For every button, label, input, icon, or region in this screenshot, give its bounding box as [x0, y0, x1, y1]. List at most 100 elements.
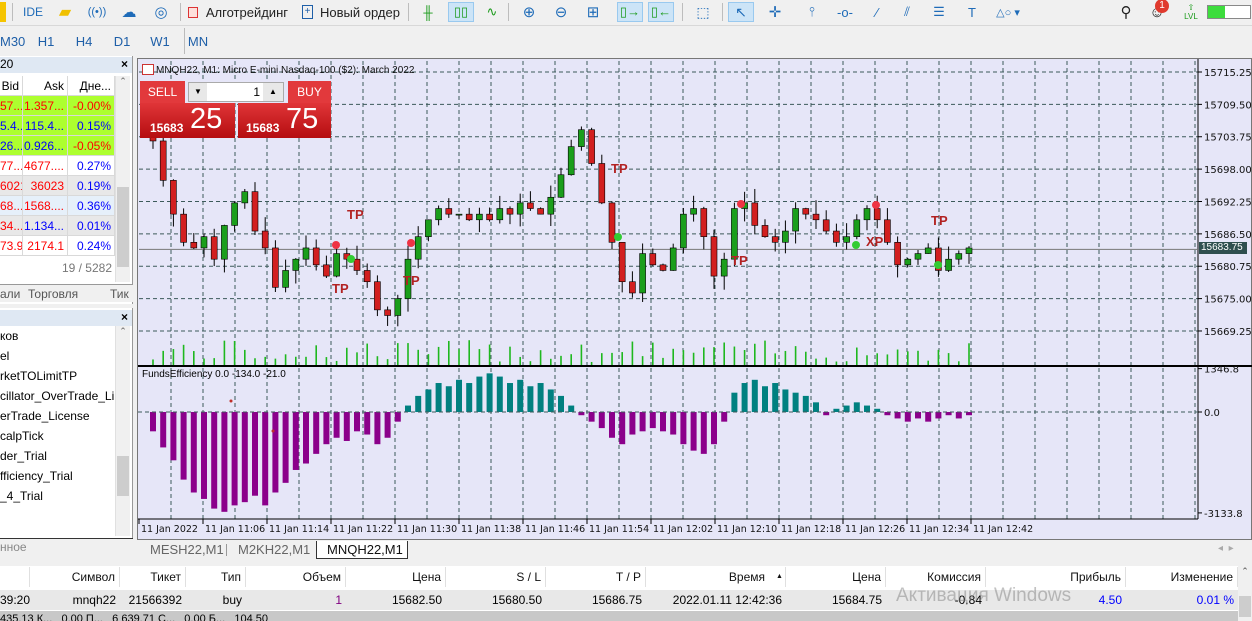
- col-daily-change[interactable]: Дне...: [68, 75, 115, 96]
- column-header[interactable]: T / P: [546, 567, 646, 587]
- candlestick-icon[interactable]: ▯▯: [448, 2, 474, 22]
- column-header[interactable]: Время: [646, 567, 786, 587]
- navigator-item[interactable]: _4_Trial: [0, 486, 114, 506]
- column-header[interactable]: Символ: [30, 567, 120, 587]
- navigator-item[interactable]: der_Trial: [0, 446, 114, 466]
- tabs-scroll-icons[interactable]: ◂ ▸: [1218, 543, 1234, 554]
- lvl-icon[interactable]: ⇧ LVL: [1182, 2, 1200, 22]
- market-watch-scrollbar[interactable]: ⌃: [115, 76, 130, 282]
- candle-body: [904, 258, 912, 266]
- volume-increase-icon[interactable]: ▲: [263, 83, 283, 101]
- search-icon[interactable]: ⚲: [1115, 2, 1137, 22]
- new-order-button[interactable]: + Новый ордер: [302, 2, 402, 22]
- sell-button[interactable]: SELL: [140, 81, 185, 103]
- column-header[interactable]: Изменение: [1126, 567, 1238, 587]
- navigator-tab[interactable]: нное: [0, 538, 133, 558]
- navigator-item[interactable]: rketTOLimitTP: [0, 366, 114, 386]
- chart-menu-icon[interactable]: [142, 64, 154, 75]
- chart-tab-mnqh22[interactable]: MNQH22,M1: [316, 541, 408, 559]
- column-header[interactable]: Цена: [346, 567, 446, 587]
- candle-body: [333, 253, 340, 277]
- column-header[interactable]: [0, 567, 30, 587]
- sell-price-button[interactable]: 15683 25: [140, 103, 235, 138]
- timeframe-w1[interactable]: W1: [146, 34, 174, 49]
- column-header[interactable]: Тикет: [120, 567, 186, 587]
- zoom-out-icon[interactable]: ⊖: [550, 2, 572, 22]
- tp-label: TP: [731, 253, 748, 268]
- cloud-icon[interactable]: ☁: [118, 2, 140, 22]
- account-icon[interactable]: ☺ 1: [1144, 0, 1170, 22]
- volume-value[interactable]: 1: [253, 85, 260, 99]
- horizontal-line-icon[interactable]: -o-: [834, 2, 856, 22]
- screenshot-icon[interactable]: ⬚: [692, 2, 714, 22]
- candle-body: [588, 129, 595, 164]
- autoscroll-icon[interactable]: ▯→: [617, 2, 643, 22]
- timeframe-h1[interactable]: H1: [32, 34, 60, 49]
- market-watch-row[interactable]: 68... 1568.... 0.36%: [0, 195, 115, 216]
- indicator-bar: [486, 373, 493, 412]
- shapes-icon[interactable]: △○ ▾: [990, 2, 1026, 22]
- fibonacci-icon[interactable]: ☰: [928, 2, 950, 22]
- timeframe-m30[interactable]: M30: [0, 34, 25, 49]
- col-bid[interactable]: Bid: [0, 75, 23, 96]
- chart-tab-mesh22[interactable]: MESH22,M1: [150, 541, 224, 559]
- market-watch-row[interactable]: 26... 0.926... -0.05%: [0, 135, 115, 156]
- column-header[interactable]: Объем: [246, 567, 346, 587]
- bar-chart-icon[interactable]: ╫: [416, 2, 440, 22]
- navigator-item[interactable]: erTrade_License: [0, 406, 114, 426]
- line-chart-icon[interactable]: ∿: [480, 2, 504, 22]
- market-icon[interactable]: ▰: [54, 2, 76, 22]
- tile-icon[interactable]: ⊞: [582, 2, 604, 22]
- ide-button[interactable]: IDE: [18, 2, 48, 22]
- channel-icon[interactable]: ⫽: [896, 2, 918, 22]
- volume-bar: [550, 358, 552, 365]
- buy-button[interactable]: BUY: [288, 81, 331, 103]
- trade-table-scrollbar[interactable]: ⌃: [1238, 566, 1252, 617]
- navigator-item[interactable]: el: [0, 346, 114, 366]
- vps-icon[interactable]: ◎: [150, 2, 172, 22]
- volume-decrease-icon[interactable]: ▼: [189, 83, 207, 101]
- chart-window[interactable]: 15715.25 15709.50 15703.75 15698.00 15692.25…: [137, 58, 1252, 540]
- chart-shift-icon[interactable]: ▯←: [648, 2, 674, 22]
- market-watch-row[interactable]: 73.9 2174.1 0.24%: [0, 235, 115, 256]
- volume-field[interactable]: ▼ 1 ▲: [188, 82, 284, 102]
- market-watch-row[interactable]: 57... 1.357... -0.00%: [0, 95, 115, 116]
- market-watch-row[interactable]: 5.4...115.4...0.15%: [0, 115, 115, 136]
- buy-price-button[interactable]: 15683 75: [238, 103, 331, 138]
- vertical-line-icon[interactable]: ⫯: [802, 2, 822, 22]
- market-watch-row[interactable]: 77... 4677.... 0.27%: [0, 155, 115, 176]
- market-watch-row[interactable]: 6021360230.19%: [0, 175, 115, 196]
- indicator-bar: [731, 392, 738, 412]
- market-watch-row[interactable]: 34... 1.134... 0.01%: [0, 215, 115, 236]
- navigator-item[interactable]: cillator_OverTrade_Lic: [0, 386, 114, 406]
- timeframe-d1[interactable]: D1: [108, 34, 136, 49]
- volume-bar: [560, 355, 562, 365]
- column-header[interactable]: Комиссия: [886, 567, 986, 587]
- text-icon[interactable]: T: [962, 2, 982, 22]
- cursor-icon[interactable]: ↖: [728, 2, 754, 22]
- navigator-item[interactable]: fficiency_Trial: [0, 466, 114, 486]
- volume-bar: [580, 344, 583, 365]
- tab-ticks[interactable]: Тик: [110, 287, 129, 301]
- trendline-icon[interactable]: ⁄: [866, 2, 888, 22]
- tab-details[interactable]: али: [0, 287, 20, 301]
- close-icon[interactable]: ×: [121, 57, 128, 71]
- column-header[interactable]: Цена: [786, 567, 886, 587]
- navigator-scrollbar[interactable]: ⌃: [115, 326, 130, 536]
- crosshair-icon[interactable]: ✛: [764, 2, 786, 22]
- timeframe-mn[interactable]: MN: [184, 34, 212, 49]
- signals-icon[interactable]: ((•)): [86, 2, 108, 22]
- algotrading-button[interactable]: Алготрейдинг: [188, 2, 288, 22]
- navigator-item[interactable]: ков: [0, 326, 114, 346]
- level-progress-bar: [1207, 5, 1251, 19]
- column-header[interactable]: Прибыль: [986, 567, 1126, 587]
- col-ask[interactable]: Ask: [23, 75, 68, 96]
- zoom-in-icon[interactable]: ⊕: [518, 2, 540, 22]
- close-icon[interactable]: ×: [121, 310, 128, 324]
- column-header[interactable]: S / L: [446, 567, 546, 587]
- timeframe-h4[interactable]: H4: [70, 34, 98, 49]
- chart-tab-m2kh22[interactable]: M2KH22,M1: [238, 541, 310, 559]
- column-header[interactable]: Тип: [186, 567, 246, 587]
- navigator-item[interactable]: calpTick: [0, 426, 114, 446]
- tab-trading[interactable]: Торговля: [28, 287, 78, 301]
